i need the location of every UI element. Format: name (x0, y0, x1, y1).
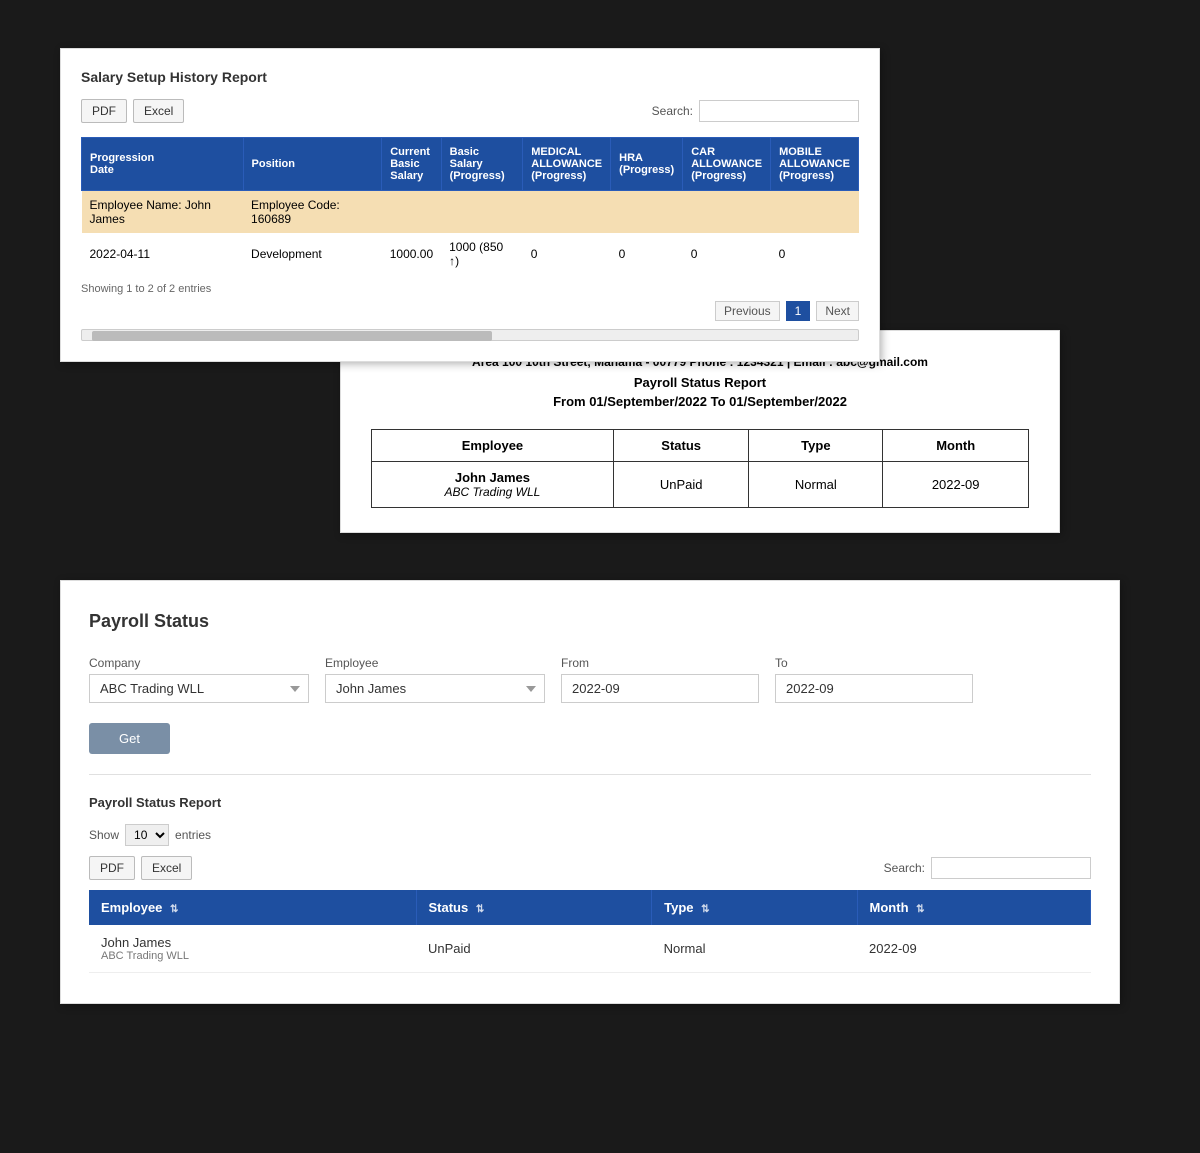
panel3-excel-btn[interactable]: Excel (141, 856, 192, 880)
p3-col-type: Type ⇅ (652, 890, 857, 925)
panel1-data-row: 2022-04-11 Development 1000.00 1000 (850… (82, 233, 859, 275)
p2-col-month: Month (883, 430, 1029, 462)
employee-select[interactable]: John James (325, 674, 545, 703)
data-basic-progress: 1000 (850 ↑) (441, 233, 523, 275)
data-date: 2022-04-11 (82, 233, 244, 275)
panel3-table: Employee ⇅ Status ⇅ Type ⇅ Month ⇅ John … (89, 890, 1091, 973)
p3-status-cell: UnPaid (416, 925, 652, 973)
sort-status-icon: ⇅ (476, 904, 484, 915)
col-car: CARALLOWANCE(Progress) (683, 138, 771, 191)
p2-employee-cell: John James ABC Trading WLL (372, 462, 614, 508)
data-current-basic: 1000.00 (382, 233, 441, 275)
p2-col-type: Type (749, 430, 883, 462)
panel1-pagination: Previous 1 Next (81, 301, 859, 321)
panel1-excel-btn[interactable]: Excel (133, 99, 184, 123)
print-report-title: Payroll Status Report (371, 375, 1029, 390)
panel3-title: Payroll Status (89, 611, 1091, 632)
p2-month-cell: 2022-09 (883, 462, 1029, 508)
sort-type-icon: ⇅ (701, 904, 709, 915)
panel3-pdf-btn[interactable]: PDF (89, 856, 135, 880)
panel3-search-label: Search: (884, 861, 925, 875)
panel3-search-input[interactable] (931, 857, 1091, 879)
panel1-scrollbar[interactable] (81, 329, 859, 341)
panel1-search-label: Search: (652, 104, 693, 118)
employee-label: Employee (325, 656, 545, 670)
p3-emp-name: John James (101, 935, 404, 950)
p2-type-cell: Normal (749, 462, 883, 508)
p3-data-row: John James ABC Trading WLL UnPaid Normal… (89, 925, 1091, 973)
employee-name-cell: Employee Name: John James (82, 191, 244, 234)
data-car: 0 (683, 233, 771, 275)
col-position: Position (243, 138, 382, 191)
form-row-1: Company ABC Trading WLL Employee John Ja… (89, 656, 1091, 703)
panel2-table: Employee Status Type Month John James AB… (371, 429, 1029, 508)
p2-col-employee: Employee (372, 430, 614, 462)
p3-col-employee: Employee ⇅ (89, 890, 416, 925)
page-1-btn[interactable]: 1 (786, 301, 811, 321)
col-medical: MEDICALALLOWANCE(Progress) (523, 138, 611, 191)
sort-employee-icon: ⇅ (170, 904, 178, 915)
to-group: To (775, 656, 973, 703)
panel-salary-history: Salary Setup History Report PDF Excel Se… (60, 48, 880, 362)
from-input[interactable] (561, 674, 759, 703)
entries-label: entries (175, 828, 211, 842)
col-mobile: MOBILEALLOWANCE(Progress) (771, 138, 859, 191)
panel1-search-input[interactable] (699, 100, 859, 122)
next-page-btn[interactable]: Next (816, 301, 859, 321)
p2-status-cell: UnPaid (613, 462, 748, 508)
p2-emp-name: John James (384, 470, 601, 485)
company-group: Company ABC Trading WLL (89, 656, 309, 703)
print-date-range: From 01/September/2022 To 01/September/2… (371, 394, 1029, 409)
company-select[interactable]: ABC Trading WLL (89, 674, 309, 703)
panel3-btn-row: PDF Excel Search: (89, 856, 1091, 880)
prev-page-btn[interactable]: Previous (715, 301, 780, 321)
col-hra: HRA(Progress) (611, 138, 683, 191)
p3-type-cell: Normal (652, 925, 857, 973)
p3-employee-cell: John James ABC Trading WLL (89, 925, 416, 973)
show-label: Show (89, 828, 119, 842)
panel3-sub-title: Payroll Status Report (89, 795, 1091, 810)
divider-1 (89, 774, 1091, 775)
get-btn[interactable]: Get (89, 723, 170, 754)
entries-select[interactable]: 10 (125, 824, 169, 846)
p2-emp-company: ABC Trading WLL (384, 485, 601, 499)
panel1-employee-row: Employee Name: John James Employee Code:… (82, 191, 859, 234)
panel1-btn-row: PDF Excel Search: (81, 99, 859, 123)
panel1-search-area: Search: (652, 100, 859, 122)
from-group: From (561, 656, 759, 703)
panel1-title: Salary Setup History Report (81, 69, 859, 85)
p3-month-cell: 2022-09 (857, 925, 1090, 973)
panel-payroll-status: Payroll Status Company ABC Trading WLL E… (60, 580, 1120, 1004)
data-position: Development (243, 233, 382, 275)
show-entries-row: Show 10 entries (89, 824, 1091, 846)
employee-code-cell: Employee Code: 160689 (243, 191, 382, 234)
col-current-basic: CurrentBasicSalary (382, 138, 441, 191)
data-mobile: 0 (771, 233, 859, 275)
employee-group: Employee John James (325, 656, 545, 703)
panel1-showing-text: Showing 1 to 2 of 2 entries (81, 283, 859, 295)
p3-emp-company: ABC Trading WLL (101, 950, 404, 962)
company-label: Company (89, 656, 309, 670)
to-input[interactable] (775, 674, 973, 703)
panel1-table: ProgressionDate Position CurrentBasicSal… (81, 137, 859, 275)
data-medical: 0 (523, 233, 611, 275)
p3-col-status: Status ⇅ (416, 890, 652, 925)
col-basic-progress: Basic Salary(Progress) (441, 138, 523, 191)
to-label: To (775, 656, 973, 670)
p2-col-status: Status (613, 430, 748, 462)
from-label: From (561, 656, 759, 670)
col-progression-date: ProgressionDate (82, 138, 244, 191)
scrollbar-thumb (92, 331, 492, 341)
panel3-search-area: Search: (884, 857, 1091, 879)
panel1-pdf-btn[interactable]: PDF (81, 99, 127, 123)
p2-data-row: John James ABC Trading WLL UnPaid Normal… (372, 462, 1029, 508)
sort-month-icon: ⇅ (916, 904, 924, 915)
data-hra: 0 (611, 233, 683, 275)
p3-col-month: Month ⇅ (857, 890, 1090, 925)
